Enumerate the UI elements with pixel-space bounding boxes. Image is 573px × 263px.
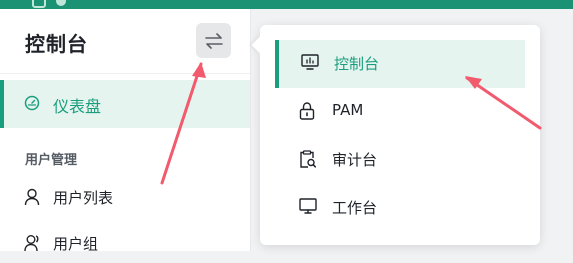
sidebar-item-label: 用户列表 — [53, 189, 114, 207]
sidebar-item-label: 仪表盘 — [53, 97, 102, 116]
dropdown-item-pam[interactable]: PAM — [275, 88, 525, 136]
sidebar-item-user-list[interactable]: 用户列表 — [0, 177, 250, 217]
lock-icon — [299, 102, 315, 120]
desktop-icon — [299, 198, 317, 214]
top-header-bar — [0, 0, 573, 9]
monitor-chart-icon — [301, 54, 319, 70]
dropdown-item-label: PAM — [332, 101, 364, 119]
dropdown-item-workbench[interactable]: 工作台 — [275, 184, 525, 232]
sidebar-item-user-group[interactable]: 用户组 — [0, 223, 250, 263]
workspace-switch-dropdown: 控制台 PAM 审计台 工作台 — [260, 25, 540, 245]
dropdown-item-audit[interactable]: 审计台 — [275, 136, 525, 184]
sidebar: 控制台 仪表盘 用户管理 用户列表 用户组 — [0, 9, 251, 253]
sidebar-item-dashboard[interactable]: 仪表盘 — [0, 80, 250, 128]
sidebar-title: 控制台 — [25, 32, 88, 56]
dropdown-item-console[interactable]: 控制台 — [275, 40, 525, 88]
dropdown-item-label: 工作台 — [332, 199, 378, 217]
logo-icon — [32, 0, 46, 8]
swap-arrows-icon — [204, 32, 223, 49]
audit-clipboard-icon — [300, 150, 316, 168]
user-group-icon — [24, 235, 39, 252]
workspace-switch-button[interactable] — [196, 23, 231, 58]
user-icon — [24, 188, 40, 206]
logo-mark-icon — [56, 0, 66, 6]
dropdown-item-label: 审计台 — [332, 151, 378, 169]
sidebar-header: 控制台 — [0, 9, 250, 74]
dropdown-item-label: 控制台 — [334, 55, 380, 73]
dashboard-gauge-icon — [24, 95, 40, 111]
sidebar-group-title: 用户管理 — [25, 153, 78, 168]
